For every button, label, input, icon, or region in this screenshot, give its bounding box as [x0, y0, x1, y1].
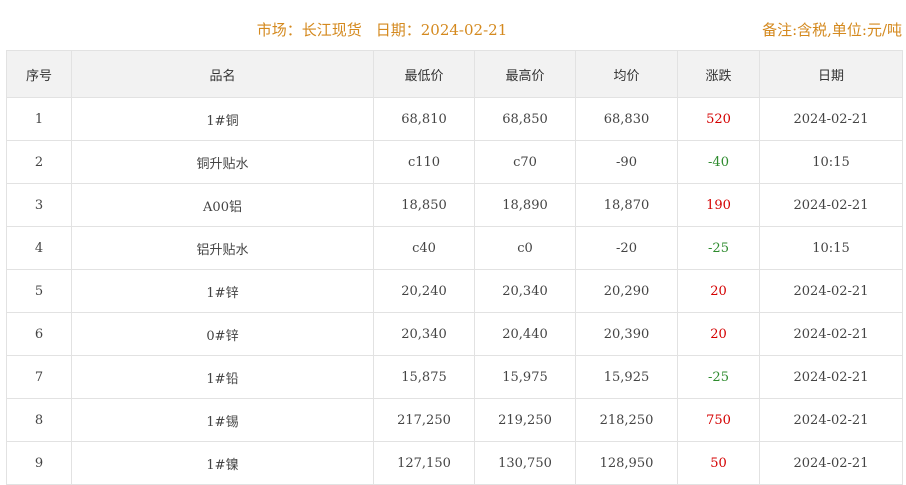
cell-index: 1 — [6, 97, 72, 141]
cell-name: 1#镍 — [71, 441, 374, 485]
table-row: 8 1#锡 217,250 219,250 218,250 750 2024-0… — [6, 398, 903, 442]
table-row: 9 1#镍 127,150 130,750 128,950 50 2024-02… — [6, 441, 903, 485]
cell-avg: 18,870 — [575, 183, 678, 227]
cell-high: c0 — [474, 226, 576, 270]
cell-date: 2024-02-21 — [759, 269, 903, 313]
cell-avg: -90 — [575, 140, 678, 184]
cell-name: 1#锌 — [71, 269, 374, 313]
cell-name: 1#锡 — [71, 398, 374, 442]
col-header-avg: 均价 — [575, 50, 678, 98]
cell-low: c110 — [373, 140, 475, 184]
cell-index: 6 — [6, 312, 72, 356]
cell-avg: 15,925 — [575, 355, 678, 399]
cell-name: 0#锌 — [71, 312, 374, 356]
market-info: 市场：长江现货 日期：2024-02-21 — [0, 19, 764, 40]
cell-change: 520 — [677, 97, 760, 141]
cell-low: c40 — [373, 226, 475, 270]
table-row: 2 铜升贴水 c110 c70 -90 -40 10:15 — [6, 140, 903, 184]
cell-date: 2024-02-21 — [759, 441, 903, 485]
cell-high: 68,850 — [474, 97, 576, 141]
cell-change: 20 — [677, 312, 760, 356]
cell-name: 铝升贴水 — [71, 226, 374, 270]
table-row: 7 1#铅 15,875 15,975 15,925 -25 2024-02-2… — [6, 355, 903, 399]
cell-change: -25 — [677, 226, 760, 270]
cell-index: 9 — [6, 441, 72, 485]
table-row: 4 铝升贴水 c40 c0 -20 -25 10:15 — [6, 226, 903, 270]
cell-low: 20,340 — [373, 312, 475, 356]
cell-change: -40 — [677, 140, 760, 184]
cell-high: 18,890 — [474, 183, 576, 227]
cell-avg: -20 — [575, 226, 678, 270]
cell-index: 4 — [6, 226, 72, 270]
cell-avg: 20,390 — [575, 312, 678, 356]
cell-avg: 128,950 — [575, 441, 678, 485]
cell-avg: 20,290 — [575, 269, 678, 313]
cell-date: 10:15 — [759, 226, 903, 270]
cell-index: 2 — [6, 140, 72, 184]
cell-high: c70 — [474, 140, 576, 184]
cell-index: 5 — [6, 269, 72, 313]
table-row: 1 1#铜 68,810 68,850 68,830 520 2024-02-2… — [6, 97, 903, 141]
cell-change: 190 — [677, 183, 760, 227]
cell-high: 20,440 — [474, 312, 576, 356]
cell-name: 1#铜 — [71, 97, 374, 141]
cell-name: A00铝 — [71, 183, 374, 227]
table-row: 3 A00铝 18,850 18,890 18,870 190 2024-02-… — [6, 183, 903, 227]
cell-low: 20,240 — [373, 269, 475, 313]
cell-avg: 218,250 — [575, 398, 678, 442]
cell-date: 2024-02-21 — [759, 312, 903, 356]
col-header-index: 序号 — [6, 50, 72, 98]
cell-high: 15,975 — [474, 355, 576, 399]
cell-name: 铜升贴水 — [71, 140, 374, 184]
cell-high: 219,250 — [474, 398, 576, 442]
cell-date: 2024-02-21 — [759, 183, 903, 227]
cell-low: 127,150 — [373, 441, 475, 485]
cell-change: 750 — [677, 398, 760, 442]
cell-low: 68,810 — [373, 97, 475, 141]
col-header-date: 日期 — [759, 50, 903, 98]
cell-avg: 68,830 — [575, 97, 678, 141]
date-label: 日期：2024-02-21 — [375, 21, 508, 39]
col-header-name: 品名 — [71, 50, 374, 98]
cell-index: 7 — [6, 355, 72, 399]
cell-index: 3 — [6, 183, 72, 227]
price-table: 序号 品名 最低价 最高价 均价 涨跌 日期 1 1#铜 68,810 68,8… — [6, 50, 903, 485]
cell-change: 50 — [677, 441, 760, 485]
market-label: 市场：长江现货 — [256, 21, 362, 39]
cell-date: 2024-02-21 — [759, 355, 903, 399]
cell-low: 15,875 — [373, 355, 475, 399]
col-header-change: 涨跌 — [677, 50, 760, 98]
table-row: 5 1#锌 20,240 20,340 20,290 20 2024-02-21 — [6, 269, 903, 313]
table-header-row: 序号 品名 最低价 最高价 均价 涨跌 日期 — [6, 50, 903, 98]
cell-high: 20,340 — [474, 269, 576, 313]
cell-change: 20 — [677, 269, 760, 313]
cell-low: 18,850 — [373, 183, 475, 227]
cell-date: 10:15 — [759, 140, 903, 184]
cell-date: 2024-02-21 — [759, 97, 903, 141]
table-row: 6 0#锌 20,340 20,440 20,390 20 2024-02-21 — [6, 312, 903, 356]
cell-low: 217,250 — [373, 398, 475, 442]
cell-name: 1#铅 — [71, 355, 374, 399]
cell-index: 8 — [6, 398, 72, 442]
unit-note: 备注:含税,单位:元/吨 — [762, 21, 902, 39]
cell-change: -25 — [677, 355, 760, 399]
page-header: 市场：长江现货 日期：2024-02-21 备注:含税,单位:元/吨 — [0, 0, 906, 50]
col-header-high: 最高价 — [474, 50, 576, 98]
col-header-low: 最低价 — [373, 50, 475, 98]
cell-high: 130,750 — [474, 441, 576, 485]
cell-date: 2024-02-21 — [759, 398, 903, 442]
